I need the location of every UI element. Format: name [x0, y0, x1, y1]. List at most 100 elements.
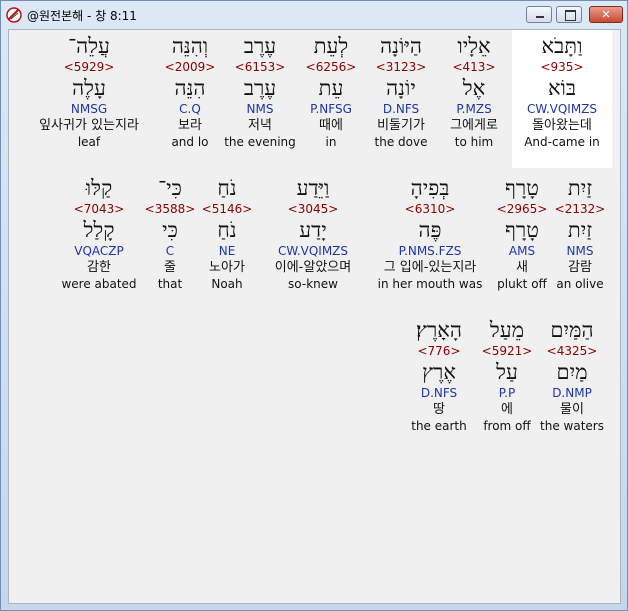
hebrew-word: אֵלָיו — [457, 34, 491, 58]
word-cell[interactable]: עֲלֵה־ <5929> עָלֶה NMSG 잎사귀가 있는지라 leaf — [21, 30, 157, 150]
word-cell[interactable]: נֹחַ <5146> נֹחַ NE 노아가 Noah — [201, 172, 253, 292]
strong-number[interactable]: <6256> — [300, 59, 362, 75]
hebrew-word: הַיּוֹנָה — [380, 34, 422, 58]
word-cell[interactable]: טָרָף <2965> טָרָף AMS 새 plukt off — [493, 172, 551, 292]
hebrew-root: אֶרֶץ — [422, 360, 456, 384]
english-gloss: and lo — [171, 135, 209, 149]
strong-number[interactable]: <935> — [512, 59, 612, 75]
strong-number[interactable]: <6153> — [223, 59, 297, 75]
strong-number[interactable]: <5921> — [479, 343, 535, 359]
korean-gloss: 그에게로 — [450, 118, 498, 133]
strong-number[interactable]: <4325> — [539, 343, 605, 359]
korean-gloss: 줄 — [164, 260, 176, 275]
hebrew-root: קָלַל — [83, 218, 115, 242]
strong-number[interactable]: <2009> — [160, 59, 220, 75]
hebrew-root: הִנֵּה — [174, 76, 206, 100]
hebrew-word: נֹחַ — [217, 176, 237, 200]
korean-gloss: 때에 — [319, 118, 343, 133]
parsing-code: P.NMS.FZS — [398, 244, 462, 258]
strong-number[interactable]: <3588> — [144, 201, 196, 217]
korean-gloss: 땅 — [433, 402, 445, 417]
interlinear-panel[interactable]: וַתָּבֹא <935> בּוֹא CW.VQIMZS 돌아왔는데 And… — [8, 29, 621, 604]
hebrew-word: קַלּוּ — [85, 176, 113, 200]
korean-gloss: 물이 — [560, 402, 584, 417]
hebrew-word: טָרָף — [505, 176, 539, 200]
hebrew-root: כִּי — [162, 218, 178, 242]
parsing-code: CW.VQIMZS — [277, 244, 349, 258]
parsing-code: VQACZP — [74, 244, 124, 258]
parsing-code: NMSG — [70, 102, 108, 116]
hebrew-root: עֶרֶב — [243, 76, 277, 100]
korean-gloss: 보라 — [178, 118, 202, 133]
hebrew-root: יוֹנָה — [386, 76, 416, 100]
english-gloss: plukt off — [497, 277, 547, 291]
strong-number[interactable]: <3045> — [263, 201, 363, 217]
strong-number[interactable]: <5929> — [21, 59, 157, 75]
hebrew-root: אֶל — [462, 76, 486, 100]
hebrew-word: זַיִת — [567, 176, 593, 200]
parsing-code: NE — [218, 244, 236, 258]
word-cell[interactable]: כִּי־ <3588> כִּי C 줄 that — [144, 172, 196, 292]
minimize-button[interactable] — [526, 6, 552, 23]
hebrew-word: הַמַּיִם — [550, 318, 594, 342]
word-cell[interactable]: וְהִנֵּה <2009> הִנֵּה C.Q 보라 and lo — [160, 30, 220, 150]
main-window: @원전본해 - 창 8:11 ✕ וַתָּבֹא <935> בּוֹא CW… — [0, 0, 628, 611]
hebrew-root: עַל — [496, 360, 518, 384]
word-cell[interactable]: וַיֵּדַע <3045> יָדַע CW.VQIMZS 이에-알았으며 … — [263, 172, 363, 292]
word-cell[interactable]: הַמַּיִם <4325> מַיִם D.NMP 물이 the water… — [539, 314, 605, 434]
strong-number[interactable]: <7043> — [59, 201, 139, 217]
strong-number[interactable]: <776> — [405, 343, 473, 359]
word-cell[interactable]: וַתָּבֹא <935> בּוֹא CW.VQIMZS 돌아왔는데 And… — [512, 30, 612, 168]
korean-gloss: 노아가 — [209, 260, 245, 275]
english-gloss: the dove — [374, 135, 428, 149]
window-title: @원전본해 - 창 8:11 — [27, 9, 137, 23]
english-gloss: that — [157, 277, 183, 291]
parsing-code: D.NMP — [552, 386, 592, 400]
korean-gloss: 돌아왔는데 — [532, 118, 592, 133]
strong-number[interactable]: <5146> — [201, 201, 253, 217]
word-cell[interactable]: אֵלָיו <413> אֶל P.MZS 그에게로 to him — [439, 30, 509, 150]
word-cell[interactable]: לְעֵת <6256> עֵת P.NFSG 때에 in — [300, 30, 362, 150]
english-gloss: an olive — [556, 277, 604, 291]
english-gloss: were abated — [61, 277, 137, 291]
title-bar[interactable]: @원전본해 - 창 8:11 ✕ — [1, 1, 627, 29]
word-cell[interactable]: זַיִת <2132> זַיִת NMS 감람 an olive — [554, 172, 606, 292]
hebrew-word: לְעֵת — [313, 34, 349, 58]
parsing-code: P.P — [498, 386, 516, 400]
parsing-code: P.NFSG — [310, 102, 352, 116]
word-cell[interactable]: הָאָרֶץ׃ <776> אֶרֶץ D.NFS 땅 the earth — [405, 314, 473, 434]
word-cell[interactable]: מֵעַל <5921> עַל P.P 에 from off — [479, 314, 535, 434]
app-logo-icon — [6, 7, 22, 23]
english-gloss: the waters — [540, 419, 604, 433]
korean-gloss: 그 입에-있는지라 — [383, 260, 477, 275]
strong-number[interactable]: <3123> — [366, 59, 436, 75]
hebrew-root: יָדַע — [299, 218, 327, 242]
word-cell[interactable]: עֶרֶב <6153> עֶרֶב NMS 저녁 the evening — [223, 30, 297, 150]
parsing-code: D.NFS — [420, 386, 458, 400]
word-cell[interactable]: קַלּוּ <7043> קָלַל VQACZP 감한 were abate… — [59, 172, 139, 292]
english-gloss: so-knew — [288, 277, 338, 291]
hebrew-root: פֶּה — [418, 218, 442, 242]
hebrew-root: זַיִת — [567, 218, 593, 242]
hebrew-word: מֵעַל — [489, 318, 525, 342]
english-gloss: the evening — [224, 135, 296, 149]
korean-gloss: 저녁 — [248, 118, 272, 133]
korean-gloss: 감한 — [87, 260, 111, 275]
strong-number[interactable]: <6310> — [371, 201, 489, 217]
word-cell[interactable]: הַיּוֹנָה <3123> יוֹנָה D.NFS 비둘기가 the d… — [366, 30, 436, 150]
parsing-code: AMS — [508, 244, 536, 258]
hebrew-root: עָלֶה — [72, 76, 106, 100]
english-gloss: leaf — [77, 135, 101, 149]
maximize-button[interactable] — [556, 6, 582, 23]
minimize-icon — [536, 16, 544, 18]
strong-number[interactable]: <413> — [439, 59, 509, 75]
close-button[interactable]: ✕ — [589, 6, 623, 23]
hebrew-root: מַיִם — [556, 360, 588, 384]
korean-gloss: 잎사귀가 있는지라 — [39, 118, 139, 133]
hebrew-word: וַיֵּדַע — [296, 176, 330, 200]
strong-number[interactable]: <2965> — [493, 201, 551, 217]
korean-gloss: 새 — [516, 260, 528, 275]
strong-number[interactable]: <2132> — [554, 201, 606, 217]
word-cell[interactable]: בְּפִיהָ <6310> פֶּה P.NMS.FZS 그 입에-있는지라… — [371, 172, 489, 292]
parsing-code: NMS — [566, 244, 594, 258]
